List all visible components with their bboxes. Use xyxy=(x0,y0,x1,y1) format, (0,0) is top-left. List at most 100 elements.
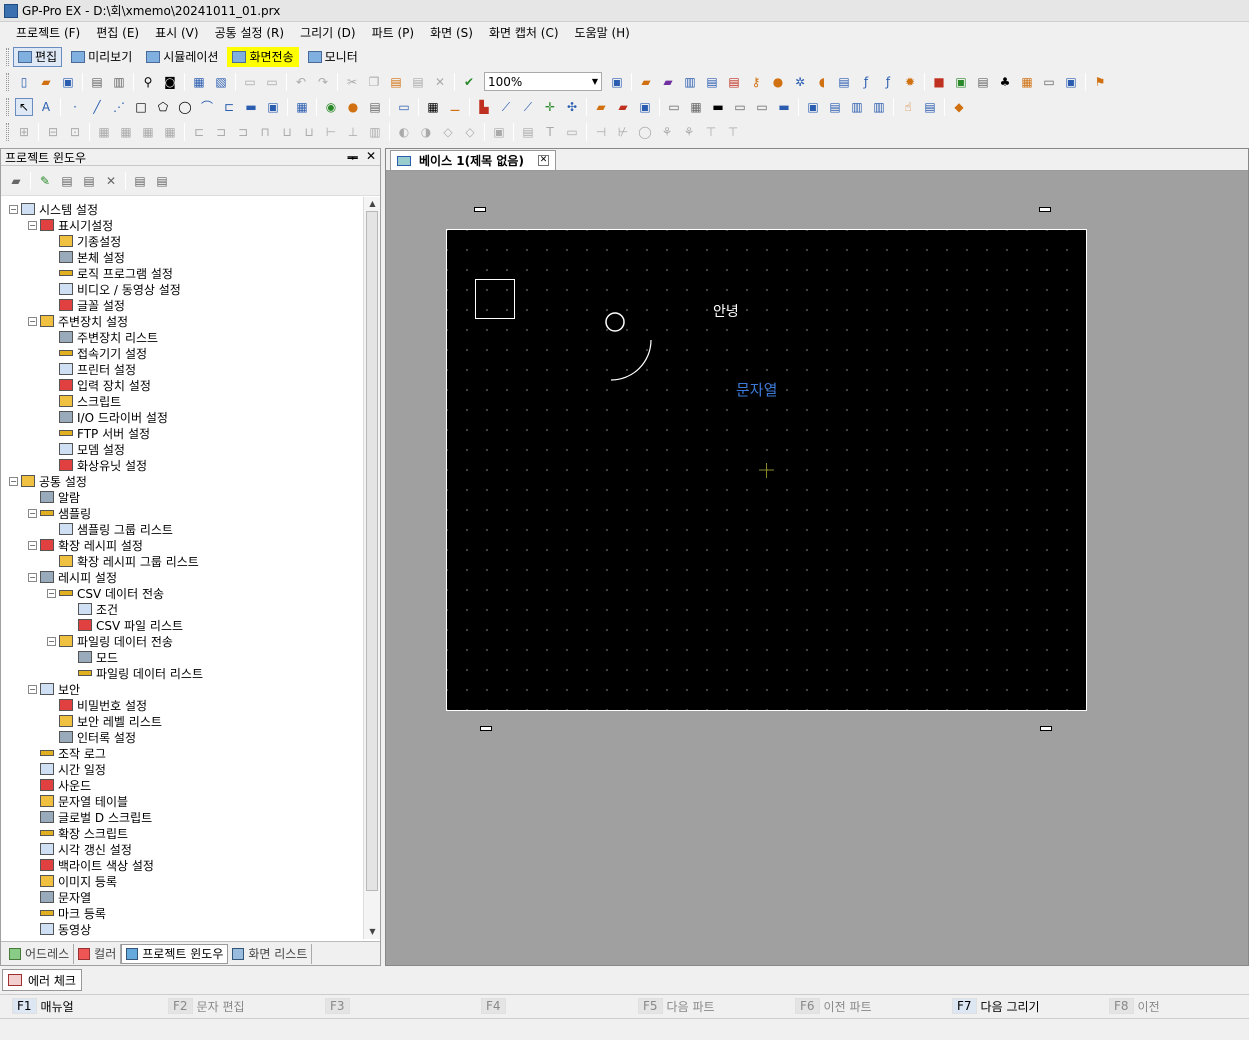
menu-view[interactable]: 표시 (V) xyxy=(147,23,206,43)
tree-view-icon[interactable]: ▤ xyxy=(519,123,537,141)
tree-item[interactable]: − 확장 레시피 설정 xyxy=(28,537,143,553)
collapse-toggle-icon[interactable]: − xyxy=(28,540,37,550)
tree-item[interactable]: − 레시피 설정 xyxy=(28,569,117,585)
switch-part-icon[interactable]: ◉ xyxy=(322,98,340,116)
dot-tool-icon[interactable]: · xyxy=(66,98,84,116)
image-place-icon[interactable]: ▣ xyxy=(264,98,282,116)
tab-project-window[interactable]: 프로젝트 윈도우 xyxy=(121,943,229,964)
line-tool-icon[interactable]: ╱ xyxy=(88,98,106,116)
select-pointer-icon[interactable]: ↖ xyxy=(15,97,33,116)
rectangle-shape[interactable] xyxy=(475,279,515,319)
video-display-icon[interactable]: ▭ xyxy=(731,98,749,116)
screen-canvas[interactable]: 안녕 문자열 xyxy=(446,229,1087,711)
polyline-tool-icon[interactable]: ⋰ xyxy=(110,98,128,116)
function-key-f7[interactable]: F7 다음 그리기 xyxy=(952,997,1040,1015)
menu-edit[interactable]: 편집 (E) xyxy=(88,23,147,43)
copy-item-icon[interactable]: ▤ xyxy=(58,172,76,190)
function-key-f4[interactable]: F4 xyxy=(481,997,510,1015)
same-size-icon[interactable]: ▥ xyxy=(366,123,384,141)
menu-draw[interactable]: 그리기 (D) xyxy=(292,23,364,43)
zoom-select[interactable]: 100% ▼ xyxy=(484,72,602,91)
menu-screen[interactable]: 화면 (S) xyxy=(422,23,481,43)
align-center-icon[interactable]: ⊐ xyxy=(212,123,230,141)
time-update-icon[interactable]: ✹ xyxy=(901,73,919,91)
tree-item[interactable]: 보안 레벨 리스트 xyxy=(47,713,162,729)
contact-b-icon[interactable]: ⊬ xyxy=(614,123,632,141)
error-check-icon[interactable]: ✔ xyxy=(460,73,478,91)
tree-item[interactable]: − CSV 데이터 전송 xyxy=(47,585,164,601)
tree-item[interactable]: 파일링 데이터 리스트 xyxy=(66,665,203,681)
print-icon[interactable]: ▤ xyxy=(88,73,106,91)
tree-item[interactable]: 모뎀 설정 xyxy=(47,441,125,457)
log-display-icon[interactable]: ▥ xyxy=(870,98,888,116)
align-top-icon[interactable]: ⊓ xyxy=(256,123,274,141)
filing-icon[interactable]: ▤ xyxy=(725,73,743,91)
sampling-display-icon[interactable]: ▥ xyxy=(848,98,866,116)
close-icon[interactable]: ✕ xyxy=(366,149,376,166)
menu-common-settings[interactable]: 공통 설정 (R) xyxy=(207,23,293,43)
collapse-toggle-icon[interactable]: − xyxy=(28,220,37,230)
align-right-icon[interactable]: ⊐ xyxy=(234,123,252,141)
tree-item[interactable]: 비디오 / 동영상 설정 xyxy=(47,281,181,297)
collapse-toggle-icon[interactable]: − xyxy=(28,316,37,326)
print-preview-icon[interactable]: ▥ xyxy=(110,73,128,91)
ellipse-tool-icon[interactable]: ◯ xyxy=(176,98,194,116)
paste-special-icon[interactable]: ▤ xyxy=(409,73,427,91)
group-icon[interactable]: ⊞ xyxy=(15,123,33,141)
global-script-icon[interactable]: ƒ xyxy=(857,73,875,91)
file-manager-icon[interactable]: ▣ xyxy=(804,98,822,116)
monitor-part-icon[interactable]: ▭ xyxy=(753,98,771,116)
function-key-f2[interactable]: F2 문자 편집 xyxy=(168,997,245,1015)
tree-item[interactable]: − 시스템 설정 xyxy=(9,201,98,217)
arc-shape[interactable] xyxy=(610,339,652,381)
flip-h-icon[interactable]: ◇ xyxy=(439,123,457,141)
scroll-down-icon[interactable]: ▼ xyxy=(364,925,381,939)
historical-part-icon[interactable]: ▰ xyxy=(592,98,610,116)
paste-icon[interactable]: ▤ xyxy=(387,73,405,91)
string-icon[interactable]: ▤ xyxy=(974,73,992,91)
line-graph-icon[interactable]: ⟋ xyxy=(497,98,515,116)
tree-item[interactable]: 비밀번호 설정 xyxy=(47,697,147,713)
tree-scrollbar[interactable]: ▲ ▼ xyxy=(363,197,380,939)
tree-item[interactable]: 확장 스크립트 xyxy=(28,825,128,841)
table-insert-icon[interactable]: ▦ xyxy=(293,98,311,116)
align-left-icon[interactable]: ⊏ xyxy=(190,123,208,141)
undo-icon[interactable]: ↶ xyxy=(292,73,310,91)
edit-mode-button[interactable]: 편집 xyxy=(13,46,63,67)
scatter-graph-icon[interactable]: ✣ xyxy=(563,98,581,116)
tree-item[interactable]: 접속기기 설정 xyxy=(47,345,147,361)
tree-item[interactable]: 입력 장치 설정 xyxy=(47,377,151,393)
toolbar-grip[interactable] xyxy=(6,122,9,141)
bar-graph-icon[interactable]: ▙ xyxy=(475,98,493,116)
error-check-tab[interactable]: 에러 체크 xyxy=(2,969,82,991)
bring-front-icon[interactable]: ▦ xyxy=(95,123,113,141)
output-b-icon[interactable]: ⚘ xyxy=(680,123,698,141)
rotate-right-icon[interactable]: ◑ xyxy=(417,123,435,141)
extended-script-icon[interactable]: ƒ xyxy=(879,73,897,91)
collapse-toggle-icon[interactable]: − xyxy=(28,684,37,694)
cut-icon[interactable]: ✂ xyxy=(343,73,361,91)
tree-item[interactable]: 기종설정 xyxy=(47,233,121,249)
alarm-icon[interactable]: ▰ xyxy=(637,73,655,91)
tree-item[interactable]: 시각 갱신 설정 xyxy=(28,841,132,857)
camera-icon[interactable]: ◙ xyxy=(161,73,179,91)
menu-help[interactable]: 도움말 (H) xyxy=(567,23,638,43)
resize-handle-top-right[interactable] xyxy=(1039,207,1051,212)
arc-tool-icon[interactable]: ⌒ xyxy=(198,98,216,116)
save-icon[interactable]: ▣ xyxy=(59,73,77,91)
tree-item[interactable]: 글로벌 D 스크립트 xyxy=(28,809,152,825)
tree-item[interactable]: 문자열 테이블 xyxy=(28,793,128,809)
open-icon[interactable]: ▰ xyxy=(37,73,55,91)
scroll-thumb[interactable] xyxy=(366,211,378,891)
pin-icon[interactable]: ᆍ xyxy=(347,149,358,166)
new-item-icon[interactable]: ▰ xyxy=(7,172,25,190)
t-icon[interactable]: T xyxy=(541,123,559,141)
layer-icon[interactable]: ⊡ xyxy=(66,123,84,141)
tree-item[interactable]: 조건 xyxy=(66,601,118,617)
xy-graph-icon[interactable]: ✛ xyxy=(541,98,559,116)
list-icon[interactable]: ▤ xyxy=(153,172,171,190)
tree-item[interactable]: 글꼴 설정 xyxy=(47,297,125,313)
window-icon[interactable]: ▭ xyxy=(1040,73,1058,91)
tree-item[interactable]: − 샘플링 xyxy=(28,505,91,521)
tree-item[interactable]: 로직 프로그램 설정 xyxy=(47,265,173,281)
